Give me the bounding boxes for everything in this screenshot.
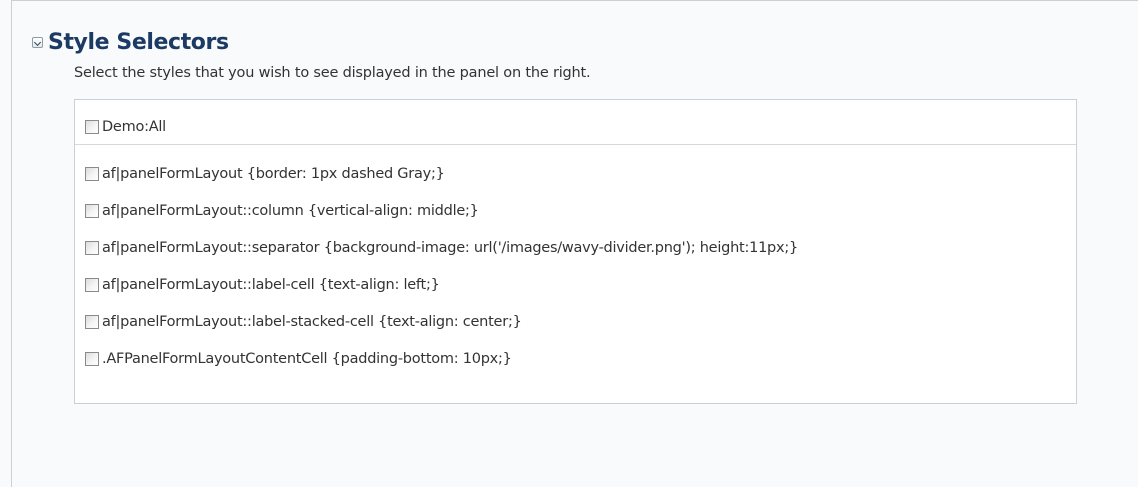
checkbox[interactable] <box>85 167 99 181</box>
selector-label: af|panelFormLayout::separator {backgroun… <box>102 240 798 256</box>
section-description: Select the styles that you wish to see d… <box>74 65 591 81</box>
panel-frame: Style Selectors Select the styles that y… <box>11 0 1138 487</box>
selector-row-column[interactable]: af|panelFormLayout::column {vertical-ali… <box>85 200 479 222</box>
selector-row-separator[interactable]: af|panelFormLayout::separator {backgroun… <box>85 237 798 259</box>
checkbox[interactable] <box>85 278 99 292</box>
chevron-down-icon[interactable] <box>32 36 43 48</box>
selector-row-demo-all[interactable]: Demo:All <box>85 116 166 138</box>
selector-label: af|panelFormLayout::label-cell {text-ali… <box>102 277 440 293</box>
selector-list: Demo:All af|panelFormLayout {border: 1px… <box>74 99 1077 404</box>
checkbox[interactable] <box>85 204 99 218</box>
checkbox[interactable] <box>85 120 99 134</box>
selector-label: af|panelFormLayout::column {vertical-ali… <box>102 203 479 219</box>
divider <box>75 144 1076 145</box>
checkbox[interactable] <box>85 315 99 329</box>
selector-row-border[interactable]: af|panelFormLayout {border: 1px dashed G… <box>85 163 445 185</box>
selector-row-label-cell[interactable]: af|panelFormLayout::label-cell {text-ali… <box>85 274 440 296</box>
checkbox[interactable] <box>85 241 99 255</box>
selector-label: af|panelFormLayout {border: 1px dashed G… <box>102 166 445 182</box>
selector-label: Demo:All <box>102 119 166 135</box>
selector-row-content-cell[interactable]: .AFPanelFormLayoutContentCell {padding-b… <box>85 348 512 370</box>
selector-row-label-stacked-cell[interactable]: af|panelFormLayout::label-stacked-cell {… <box>85 311 522 333</box>
section-title: Style Selectors <box>48 29 229 55</box>
selector-label: af|panelFormLayout::label-stacked-cell {… <box>102 314 522 330</box>
selector-label: .AFPanelFormLayoutContentCell {padding-b… <box>102 351 512 367</box>
section-header: Style Selectors <box>32 27 229 57</box>
checkbox[interactable] <box>85 352 99 366</box>
